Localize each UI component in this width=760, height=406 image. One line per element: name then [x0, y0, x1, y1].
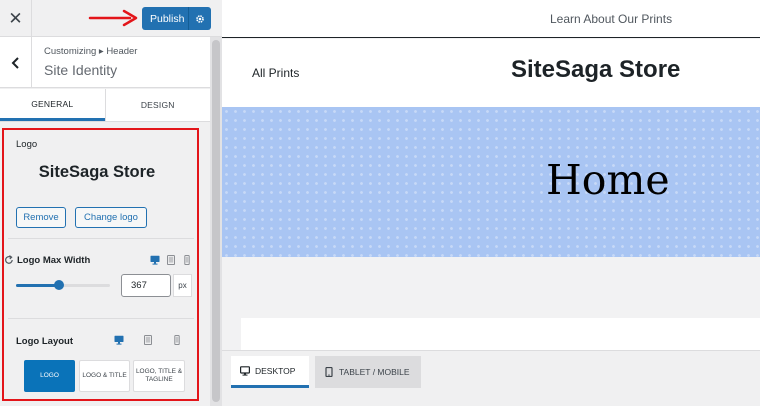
divider [8, 238, 194, 239]
site-title[interactable]: SiteSaga Store [511, 56, 680, 84]
desktop-icon [240, 365, 250, 376]
gear-icon [196, 14, 204, 23]
logo-max-width-label: Logo Max Width [17, 255, 91, 266]
section-header: Customizing ▸ Header Site Identity [0, 37, 210, 88]
panel-tabs: GENERAL DESIGN [0, 89, 210, 122]
change-logo-button[interactable]: Change logo [75, 207, 147, 228]
tablet-icon[interactable] [143, 335, 153, 345]
back-button[interactable] [0, 37, 32, 88]
remove-logo-button[interactable]: Remove [16, 207, 66, 228]
sidebar-scroll-thumb[interactable] [212, 40, 220, 402]
device-tab-desktop[interactable]: DESKTOP [231, 356, 309, 388]
breadcrumb: Customizing ▸ Header [44, 46, 138, 57]
desktop-icon[interactable] [114, 335, 124, 345]
hero-title: Home [546, 156, 670, 204]
logo-label: Logo [16, 139, 38, 150]
device-tab-desktop-label: DESKTOP [255, 365, 296, 376]
desktop-icon[interactable] [150, 255, 160, 265]
layout-option-logo-title[interactable]: LOGO & TITLE [79, 360, 130, 392]
hero-banner [222, 107, 760, 257]
close-customizer-button[interactable]: ✕ [0, 0, 32, 37]
tab-design[interactable]: DESIGN [104, 89, 211, 121]
section-title: Site Identity [44, 62, 118, 78]
publish-settings-button[interactable] [189, 14, 211, 24]
mobile-icon[interactable] [182, 255, 192, 265]
layout-option-logo-title-tagline[interactable]: LOGO, TITLE & TAGLINE [133, 360, 185, 392]
device-tab-tablet-mobile[interactable]: TABLET / MOBILE [315, 356, 421, 388]
device-tab-tablet-label: TABLET / MOBILE [339, 367, 410, 377]
red-arrow-annotation [88, 9, 138, 27]
reset-icon[interactable] [4, 255, 14, 265]
divider [8, 318, 194, 319]
logo-width-unit: px [173, 274, 192, 297]
logo-width-input[interactable]: 367 [121, 274, 171, 297]
tab-general[interactable]: GENERAL [0, 89, 105, 121]
publish-button[interactable]: Publish [142, 7, 211, 30]
layout-option-logo[interactable]: LOGO [24, 360, 75, 392]
tablet-icon[interactable] [166, 255, 176, 265]
close-icon: ✕ [8, 8, 23, 28]
logo-width-slider-fill [16, 284, 60, 287]
publish-label: Publish [150, 12, 185, 25]
site-top-bar [222, 0, 760, 38]
content-card [241, 318, 760, 350]
mobile-icon[interactable] [172, 335, 182, 345]
nav-link-all-prints[interactable]: All Prints [252, 66, 299, 80]
tablet-icon [325, 367, 333, 377]
logo-layout-label: Logo Layout [16, 336, 73, 347]
logo-preview: SiteSaga Store [38, 163, 156, 181]
back-chevron-icon [11, 56, 19, 69]
nav-link-learn-about-prints[interactable]: Learn About Our Prints [550, 12, 672, 26]
